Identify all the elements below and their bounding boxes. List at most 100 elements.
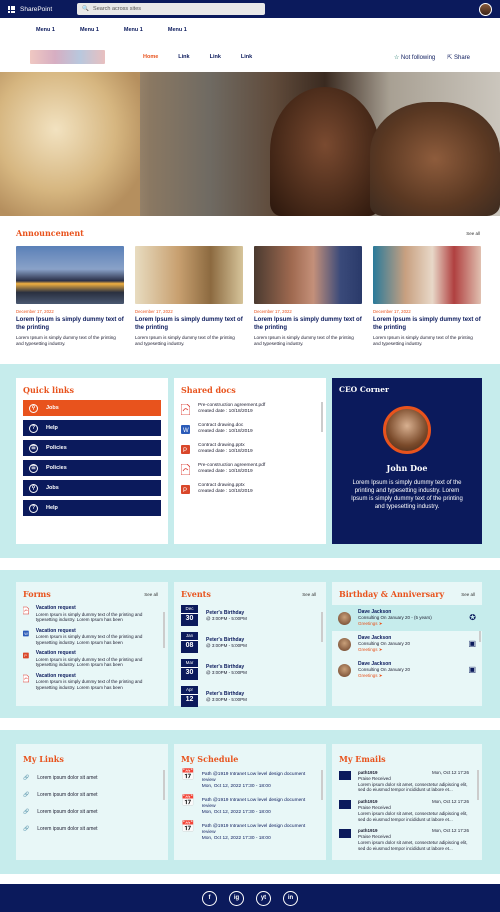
forms-panel: Forms See all Vacation request Lorem Ipsum… — [16, 582, 168, 706]
email-item[interactable]: path1919 Mon, Oct 12 17:26 Praise Received… — [339, 770, 475, 793]
my-link-item[interactable]: 🔗 Lorem ipsum dolor sit amet — [23, 775, 161, 781]
greetings-link[interactable]: Greetings ➤ — [358, 621, 462, 627]
band-quicklinks-docs-ceo: Quick links ⚲ Jobs ? Help ☰ Policies ☰ Polic… — [0, 364, 500, 558]
news-image-elderly-man[interactable] — [254, 246, 362, 304]
forms-scrollbar[interactable] — [163, 612, 165, 648]
youtube-icon[interactable]: yt — [256, 890, 271, 906]
doc-item[interactable]: Pre-construction agreement.pdf created da… — [181, 403, 319, 415]
nav-link[interactable]: Link — [241, 54, 252, 60]
news-card[interactable]: December 17, 2022 Lorem Ipsum is simply … — [16, 246, 124, 347]
menu-item[interactable]: Menu 1 — [124, 27, 143, 33]
news-title[interactable]: Lorem Ipsum is simply dummy text of the … — [16, 316, 124, 332]
greetings-link[interactable]: Greetings ➤ — [358, 673, 461, 679]
schedule-time: Mon, Oct 12, 2022 17:30 - 18:00 — [201, 810, 271, 815]
news-image-sunset-boat[interactable] — [16, 246, 124, 304]
doc-item[interactable]: W Contract drawing.doc created date : 10/… — [181, 423, 319, 435]
greetings-link[interactable]: Greetings ➤ — [358, 647, 461, 653]
quick-link-jobs[interactable]: ⚲ Jobs — [23, 480, 161, 496]
quick-link-help[interactable]: ? Help — [23, 500, 161, 516]
nav-link[interactable]: Link — [178, 54, 189, 60]
quick-link-jobs[interactable]: ⚲ Jobs — [23, 400, 161, 416]
email-item[interactable]: path1919 Mon, Oct 12 17:26 Praise Received… — [339, 799, 475, 822]
shared-docs-scrollbar[interactable] — [321, 402, 323, 432]
schedule-title: Path @1919 Intranet Low level design doc… — [201, 798, 306, 809]
news-image-group[interactable] — [373, 246, 481, 304]
share-label: Share — [453, 54, 470, 61]
birthday-item[interactable]: Dave Jackson Consulting On January 20 Gree… — [332, 631, 482, 657]
my-schedule-scrollbar[interactable] — [321, 770, 323, 800]
event-item[interactable]: Dec 30 Peter's Birthday @ 3:00PM - 5:00PM — [181, 605, 319, 626]
schedule-item[interactable]: 📅 Path @1919 Intranet Low level design do… — [181, 770, 319, 790]
nav-link[interactable]: Link — [210, 54, 221, 60]
svg-text:P: P — [183, 488, 187, 494]
quick-link-label: Jobs — [46, 405, 59, 411]
shared-docs-panel: Shared docs Pre-construction agreement.p… — [174, 378, 326, 544]
follow-button[interactable]: ☆ Not following — [394, 54, 435, 61]
birthday-item[interactable]: Dave Jackson Consulting On January 20 Gree… — [332, 657, 482, 683]
my-links-scrollbar[interactable] — [163, 770, 165, 800]
help-icon: ? — [29, 503, 38, 513]
news-title[interactable]: Lorem Ipsum is simply dummy text of the … — [135, 316, 243, 332]
event-month: Apr — [185, 687, 193, 692]
search-input[interactable]: Search across sites — [93, 6, 141, 12]
linkedin-icon[interactable]: in — [283, 890, 298, 906]
form-item[interactable]: Vacation request Lorem Ipsum is simply du… — [23, 673, 161, 691]
share-button[interactable]: ⇱ Share — [447, 54, 470, 61]
news-image-family[interactable] — [135, 246, 243, 304]
menu-item[interactable]: Menu 1 — [168, 27, 187, 33]
email-item[interactable]: path1919 Mon, Oct 12 17:26 Praise Received… — [339, 828, 475, 851]
events-scrollbar[interactable] — [321, 612, 323, 642]
my-link-item[interactable]: 🔗 Lorem ipsum dolor sit amet — [23, 792, 161, 798]
quick-link-policies[interactable]: ☰ Policies — [23, 460, 161, 476]
birthday-item[interactable]: Dave Jackson Consulting On January 20 - (… — [332, 605, 482, 631]
event-time: @ 3:00PM - 5:00PM — [206, 615, 247, 621]
event-item[interactable]: Mar 30 Peter's Birthday @ 3:00PM - 5:00PM — [181, 659, 319, 680]
news-desc: Lorem Ipsum is simply dummy text of the … — [135, 335, 235, 347]
search-icon: 🔍 — [82, 6, 90, 12]
nav-home[interactable]: Home — [143, 54, 158, 60]
my-emails-scrollbar[interactable] — [477, 770, 479, 800]
my-link-item[interactable]: 🔗 Lorem ipsum dolor sit amet — [23, 826, 161, 832]
event-item[interactable]: Apr 12 Peter's Birthday @ 3:00PM - 5:00PM — [181, 686, 319, 707]
schedule-item[interactable]: 📅 Path @1919 Intranet Low level design do… — [181, 796, 319, 816]
quick-link-help[interactable]: ? Help — [23, 420, 161, 436]
doc-item[interactable]: P Contract drawing.pptx created date : 10… — [181, 483, 319, 495]
quick-link-policies[interactable]: ☰ Policies — [23, 440, 161, 456]
app-launcher-icon[interactable] — [8, 5, 15, 13]
instagram-icon[interactable]: ig — [229, 890, 244, 906]
forms-see-all[interactable]: See all — [144, 592, 158, 597]
news-title[interactable]: Lorem Ipsum is simply dummy text of the … — [254, 316, 362, 332]
news-card[interactable]: December 17, 2022 Lorem Ipsum is simply … — [373, 246, 481, 347]
my-emails-panel: My Emails path1919 Mon, Oct 12 17:26 Prais… — [332, 744, 482, 860]
news-card[interactable]: December 17, 2022 Lorem Ipsum is simply … — [135, 246, 243, 347]
events-see-all[interactable]: See all — [302, 592, 316, 597]
app-name[interactable]: SharePoint — [20, 6, 52, 13]
powerpoint-icon: P — [181, 484, 190, 494]
doc-item[interactable]: P Contract drawing.pptx created date : 10… — [181, 443, 319, 455]
facebook-icon[interactable]: f — [202, 890, 217, 906]
greetings-label: Greetings — [358, 621, 378, 626]
doc-date: created date : 10/18/2019 — [198, 409, 253, 414]
doc-item[interactable]: Pre-construction agreement.pdf created da… — [181, 463, 319, 475]
ceo-corner-title: CEO Corner — [339, 385, 389, 394]
birthday-see-all[interactable]: See all — [461, 592, 475, 597]
menu-item[interactable]: Menu 1 — [80, 27, 99, 33]
form-title: Vacation request — [35, 672, 76, 679]
my-link-item[interactable]: 🔗 Lorem ipsum dolor sit amet — [23, 809, 161, 815]
menu-item[interactable]: Menu 1 — [36, 27, 55, 33]
event-item[interactable]: Jan 08 Peter's Birthday @ 3:00PM - 5:00PM — [181, 632, 319, 653]
news-title[interactable]: Lorem Ipsum is simply dummy text of the … — [373, 316, 481, 332]
form-item[interactable]: Vacation request Lorem Ipsum is simply du… — [23, 605, 161, 623]
user-avatar[interactable] — [479, 2, 492, 16]
news-card[interactable]: December 17, 2022 Lorem Ipsum is simply … — [254, 246, 362, 347]
announcement-see-all[interactable]: See all — [466, 231, 480, 236]
form-item[interactable]: P Vacation request Lorem Ipsum is simply … — [23, 650, 161, 668]
suite-bar: SharePoint 🔍 Search across sites — [0, 0, 500, 18]
schedule-item[interactable]: 📅 Path @1919 Intranet Low level design do… — [181, 822, 319, 842]
my-emails-title: My Emails — [339, 754, 386, 764]
award-icon: ✪ — [469, 613, 476, 622]
search-box[interactable]: 🔍 Search across sites — [77, 3, 266, 15]
form-item[interactable]: W Vacation request Lorem Ipsum is simply … — [23, 628, 161, 646]
pdf-icon — [181, 403, 190, 415]
site-logo[interactable] — [30, 50, 105, 64]
